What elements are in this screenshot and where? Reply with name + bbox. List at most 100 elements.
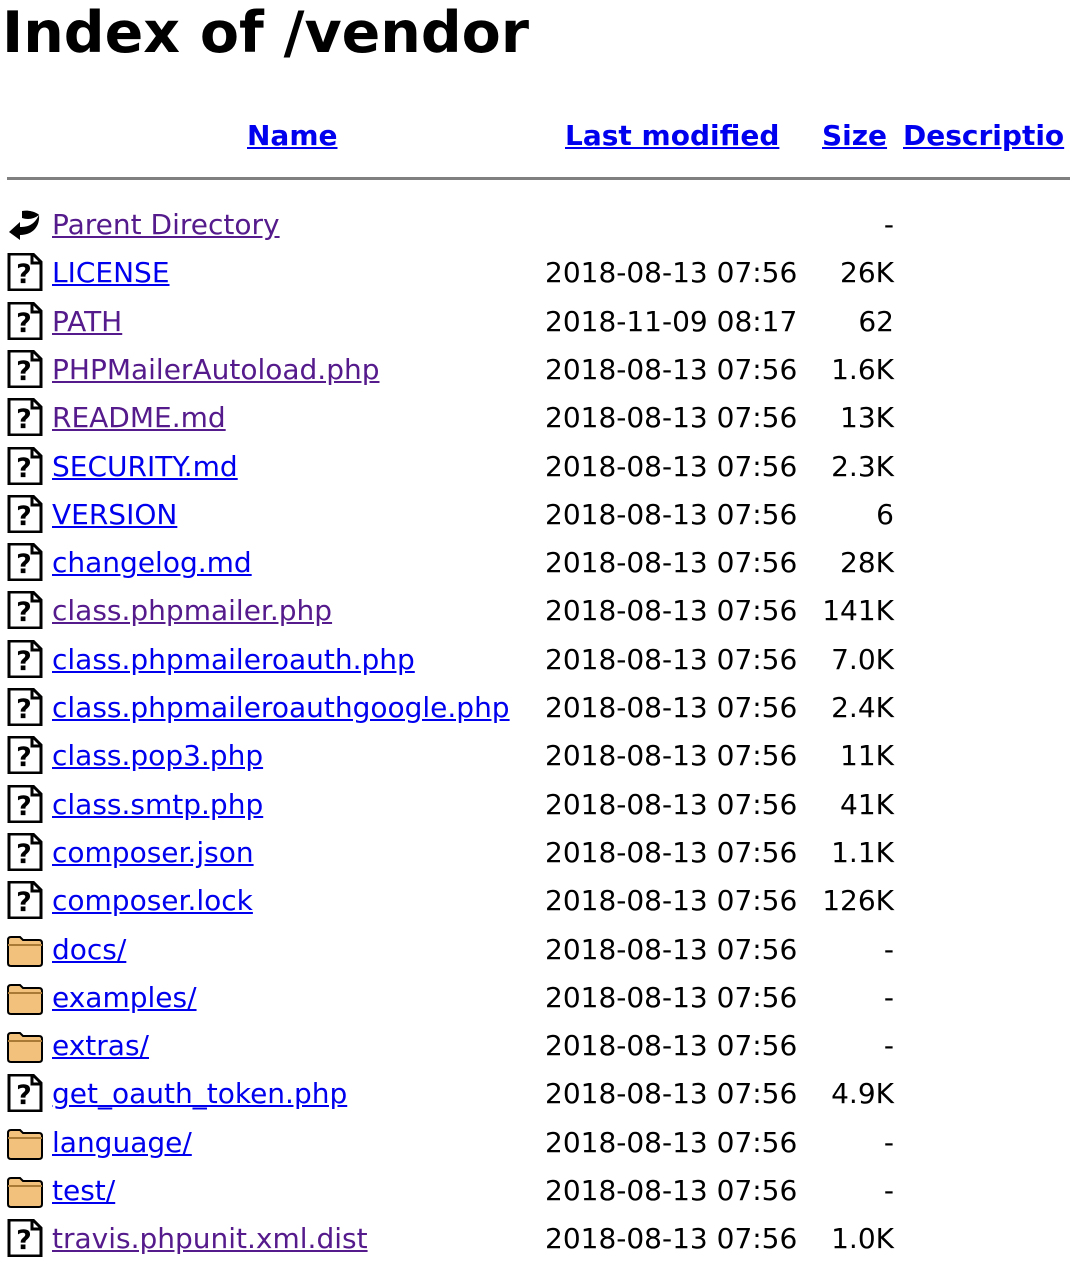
table-row: ? class.pop3.php 2018-08-13 07:56 11K bbox=[0, 732, 1070, 780]
file-link[interactable]: get_oauth_token.php bbox=[52, 1070, 347, 1118]
file-link[interactable]: composer.json bbox=[52, 829, 254, 877]
svg-text:?: ? bbox=[16, 356, 32, 387]
svg-text:?: ? bbox=[16, 1080, 32, 1111]
folder-icon bbox=[6, 1026, 44, 1064]
size-cell: 141K bbox=[822, 594, 894, 628]
unknown-file-icon: ? bbox=[6, 784, 44, 824]
svg-text:?: ? bbox=[16, 404, 32, 435]
table-row: extras/2018-08-13 07:56 - bbox=[0, 1022, 1070, 1070]
last-modified-cell: 2018-08-13 07:56 bbox=[545, 1077, 798, 1111]
file-link[interactable]: examples/ bbox=[52, 974, 197, 1022]
unknown-file-icon: ? bbox=[6, 1073, 44, 1113]
size-cell: - bbox=[883, 980, 894, 1014]
table-row: ? SECURITY.md 2018-08-13 07:56 2.3K bbox=[0, 443, 1070, 491]
size-cell: - bbox=[883, 1174, 894, 1207]
svg-text:?: ? bbox=[16, 308, 32, 339]
last-modified-cell: 2018-08-13 07:56 bbox=[545, 884, 798, 918]
size-cell: 1.6K bbox=[831, 352, 894, 386]
file-link[interactable]: test/ bbox=[52, 1167, 115, 1215]
table-row: ? PHPMailerAutoload.php 2018-08-13 07:56 1.… bbox=[0, 346, 1070, 394]
file-link[interactable]: README.md bbox=[52, 394, 226, 442]
svg-text:?: ? bbox=[16, 791, 32, 822]
size-cell: 1.1K bbox=[831, 835, 894, 869]
size-cell: 4.9K bbox=[831, 1077, 894, 1111]
file-link[interactable]: SECURITY.md bbox=[52, 443, 238, 491]
file-link[interactable]: composer.lock bbox=[52, 877, 253, 925]
file-link[interactable]: language/ bbox=[52, 1119, 192, 1167]
table-row: ? class.smtp.php 2018-08-13 07:56 41K bbox=[0, 781, 1070, 829]
file-link[interactable]: Parent Directory bbox=[52, 201, 280, 249]
folder-icon bbox=[6, 1171, 44, 1209]
svg-text:?: ? bbox=[16, 453, 32, 484]
last-modified-cell: 2018-08-13 07:56 bbox=[545, 1222, 798, 1256]
table-row: ? composer.json 2018-08-13 07:56 1.1K bbox=[0, 829, 1070, 877]
svg-text:?: ? bbox=[16, 259, 32, 290]
last-modified-cell: 2018-08-13 07:56 bbox=[545, 352, 798, 386]
last-modified-cell: 2018-08-13 07:56 bbox=[545, 691, 798, 724]
last-modified-cell: 2018-08-13 07:56 bbox=[545, 835, 798, 869]
file-link[interactable]: extras/ bbox=[52, 1022, 149, 1070]
size-cell: 41K bbox=[840, 787, 894, 821]
unknown-file-icon: ? bbox=[6, 590, 44, 630]
last-modified-cell: 2018-08-13 07:56 bbox=[545, 1029, 798, 1063]
sort-by-description-link[interactable]: Descriptio bbox=[903, 116, 1064, 156]
file-link[interactable]: PHPMailerAutoload.php bbox=[52, 346, 379, 394]
unknown-file-icon: ? bbox=[6, 349, 44, 389]
file-link[interactable]: class.phpmaileroauth.php bbox=[52, 636, 415, 684]
size-cell: 28K bbox=[840, 546, 894, 580]
size-cell: 26K bbox=[840, 256, 894, 290]
svg-text:?: ? bbox=[16, 887, 32, 918]
file-link[interactable]: travis.phpunit.xml.dist bbox=[52, 1215, 368, 1263]
svg-text:?: ? bbox=[16, 501, 32, 532]
file-link[interactable]: class.phpmailer.php bbox=[52, 587, 332, 635]
header-divider bbox=[7, 177, 1070, 180]
last-modified-cell: 2018-08-13 07:56 bbox=[545, 449, 798, 483]
size-cell: 1.0K bbox=[831, 1222, 894, 1256]
unknown-file-icon: ? bbox=[6, 832, 44, 872]
table-row: ? class.phpmaileroauth.php 2018-08-13 07:5… bbox=[0, 636, 1070, 684]
size-cell: 2.4K bbox=[831, 691, 894, 724]
unknown-file-icon: ? bbox=[6, 446, 44, 485]
page-title: Index of /vendor bbox=[2, 0, 529, 66]
table-row: ? class.phpmaileroauthgoogle.php 2018-08-1… bbox=[0, 684, 1070, 732]
svg-text:?: ? bbox=[16, 597, 32, 628]
table-row: ? VERSION 2018-08-13 07:56 6 bbox=[0, 491, 1070, 539]
last-modified-cell: 2018-08-13 07:56 bbox=[545, 546, 798, 580]
last-modified-cell: 2018-08-13 07:56 bbox=[545, 932, 798, 966]
file-link[interactable]: changelog.md bbox=[52, 539, 252, 587]
unknown-file-icon: ? bbox=[6, 687, 44, 727]
table-row: ? get_oauth_token.php 2018-08-13 07:56 4.9K bbox=[0, 1070, 1070, 1118]
svg-text:?: ? bbox=[16, 1225, 32, 1256]
size-cell: - bbox=[883, 208, 894, 241]
svg-text:?: ? bbox=[16, 839, 32, 870]
file-link[interactable]: PATH bbox=[52, 298, 122, 346]
table-row: ? PATH 2018-11-09 08:17 62 bbox=[0, 298, 1070, 346]
sort-by-last-modified-link[interactable]: Last modified bbox=[565, 116, 779, 156]
file-link[interactable]: class.phpmaileroauthgoogle.php bbox=[52, 684, 510, 732]
sort-by-size-link[interactable]: Size bbox=[822, 116, 887, 156]
table-row: ? README.md 2018-08-13 07:56 13K bbox=[0, 394, 1070, 442]
last-modified-cell: 2018-08-13 07:56 bbox=[545, 1174, 798, 1207]
size-cell: 11K bbox=[840, 739, 894, 773]
table-row: examples/2018-08-13 07:56 - bbox=[0, 974, 1070, 1022]
size-cell: 62 bbox=[858, 304, 894, 338]
unknown-file-icon: ? bbox=[6, 542, 44, 582]
file-link[interactable]: class.smtp.php bbox=[52, 781, 263, 829]
file-link[interactable]: docs/ bbox=[52, 926, 126, 974]
unknown-file-icon: ? bbox=[6, 735, 44, 775]
svg-text:?: ? bbox=[16, 694, 32, 725]
last-modified-cell: 2018-08-13 07:56 bbox=[545, 642, 798, 676]
file-link[interactable]: VERSION bbox=[52, 491, 177, 539]
folder-icon bbox=[6, 978, 44, 1016]
sort-by-name-link[interactable]: Name bbox=[247, 116, 338, 156]
unknown-file-icon: ? bbox=[6, 1218, 44, 1258]
folder-icon bbox=[6, 930, 44, 968]
size-cell: - bbox=[883, 932, 894, 966]
size-cell: 6 bbox=[876, 497, 894, 531]
folder-icon bbox=[6, 1123, 44, 1161]
svg-text:?: ? bbox=[16, 646, 32, 677]
size-cell: - bbox=[883, 1125, 894, 1159]
table-row: ? class.phpmailer.php 2018-08-13 07:56 141K bbox=[0, 587, 1070, 635]
file-link[interactable]: class.pop3.php bbox=[52, 732, 263, 780]
file-link[interactable]: LICENSE bbox=[52, 249, 170, 297]
